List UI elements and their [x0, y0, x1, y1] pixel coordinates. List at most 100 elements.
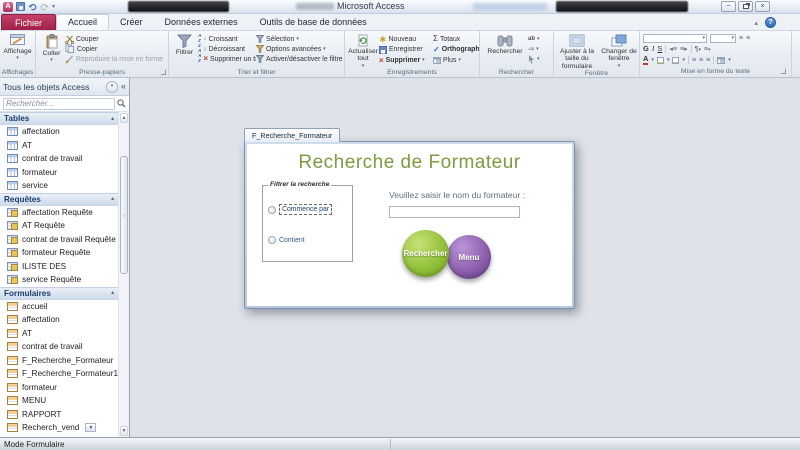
- nav-item-table[interactable]: service: [0, 179, 118, 193]
- nav-item-query[interactable]: service Requête: [0, 273, 118, 287]
- access-app-icon[interactable]: A: [3, 2, 13, 12]
- nav-item-form[interactable]: F_Recherche_Formateur: [0, 354, 118, 368]
- text-direction-icon[interactable]: ¶▾: [695, 46, 701, 53]
- format-painter-button[interactable]: Reproduire la mise en forme: [65, 54, 165, 64]
- scroll-thumb[interactable]: ≡: [120, 156, 128, 274]
- dialog-launcher-icon[interactable]: [781, 69, 786, 74]
- nav-search-input[interactable]: [3, 98, 115, 110]
- nav-item-table[interactable]: affectation: [0, 125, 118, 139]
- section-header-requetes[interactable]: Requêtes ▴: [0, 193, 118, 206]
- nav-item-query[interactable]: contrat de travail Requête: [0, 233, 118, 247]
- highlight-color-icon[interactable]: [657, 57, 664, 64]
- nav-item-form[interactable]: formateur: [0, 381, 118, 395]
- italic-button[interactable]: I: [652, 45, 655, 53]
- bold-button[interactable]: G: [643, 45, 649, 53]
- save-icon[interactable]: [16, 2, 25, 11]
- scroll-down-button[interactable]: ▼: [120, 426, 128, 436]
- bullets-icon[interactable]: ≡: [739, 35, 743, 42]
- more-button[interactable]: Plus ▾: [433, 56, 479, 66]
- advanced-options-button[interactable]: Options avancées ▾: [256, 44, 344, 54]
- new-record-button[interactable]: ∗ Nouveau: [379, 34, 433, 44]
- form-window-tab[interactable]: F_Recherche_Formateur: [244, 128, 340, 142]
- scroll-up-button[interactable]: ▲: [120, 113, 128, 123]
- nav-item-form[interactable]: accueil: [0, 300, 118, 314]
- help-button[interactable]: ?: [765, 17, 776, 28]
- toggle-filter-button[interactable]: Activer/désactiver le filtre: [256, 54, 344, 64]
- refresh-all-button[interactable]: Actualiser tout ▾: [347, 32, 379, 69]
- totals-button[interactable]: Σ Totaux: [433, 34, 479, 44]
- font-color-button[interactable]: A: [643, 55, 648, 65]
- formateur-name-input[interactable]: [389, 206, 520, 218]
- nav-item-table[interactable]: formateur: [0, 166, 118, 180]
- font-size-combo[interactable]: ▾: [710, 34, 736, 43]
- shutter-bar-icon[interactable]: «: [121, 82, 126, 91]
- save-record-button[interactable]: Enregistrer: [379, 45, 433, 55]
- clear-sort-button[interactable]: AZ × Supprimer un tri: [198, 54, 256, 64]
- underline-button[interactable]: S: [657, 45, 662, 53]
- decrease-indent-icon[interactable]: ◂≡: [669, 46, 677, 53]
- section-header-formulaires[interactable]: Formulaires ▴: [0, 287, 118, 300]
- dialog-launcher-icon[interactable]: [161, 70, 166, 75]
- tab-creer[interactable]: Créer: [109, 14, 154, 30]
- restore-button[interactable]: [738, 1, 753, 12]
- ribbon-group-affichages: Affichage ▾ Affichages: [0, 31, 36, 77]
- nav-item-query[interactable]: affectation Requête: [0, 206, 118, 220]
- minimize-ribbon-icon[interactable]: ▴: [754, 19, 758, 27]
- minimize-button[interactable]: −: [721, 1, 736, 12]
- nav-scrollbar[interactable]: ▲ ≡ ▼: [118, 112, 129, 437]
- view-button[interactable]: Affichage ▾: [2, 32, 33, 67]
- align-center-icon[interactable]: ≡: [699, 57, 703, 64]
- tab-fichier[interactable]: Fichier: [1, 14, 56, 30]
- selection-button[interactable]: Sélection ▾: [256, 34, 344, 44]
- nav-item-query[interactable]: formateur Requête: [0, 246, 118, 260]
- nav-item-table[interactable]: AT: [0, 139, 118, 153]
- select-button[interactable]: ▾: [528, 54, 550, 64]
- fit-to-form-button[interactable]: Ajuster à la taille du formulaire: [556, 32, 598, 70]
- undo-icon[interactable]: [28, 3, 37, 11]
- tab-outils-bdd[interactable]: Outils de base de données: [249, 14, 378, 30]
- nav-menu-button[interactable]: ▾: [106, 81, 118, 93]
- gridlines-icon[interactable]: [717, 57, 725, 64]
- nav-item-form[interactable]: AT: [0, 327, 118, 341]
- fill-color-icon[interactable]: [672, 57, 679, 64]
- radio-contient[interactable]: Contient: [268, 236, 305, 244]
- sort-descending-button[interactable]: ZA ↓ Décroissant: [198, 44, 256, 54]
- paste-button[interactable]: Coller ▾: [38, 32, 65, 67]
- nav-item-table[interactable]: contrat de travail: [0, 152, 118, 166]
- nav-item-form[interactable]: MENU: [0, 394, 118, 408]
- nav-item-form[interactable]: contrat de travail: [0, 340, 118, 354]
- tab-accueil[interactable]: Accueil: [56, 14, 109, 30]
- radio-commence-par[interactable]: Commence par: [268, 204, 332, 215]
- find-button[interactable]: Rechercher: [482, 32, 528, 67]
- copy-button[interactable]: Copier: [65, 44, 165, 54]
- rechercher-button[interactable]: Rechercher: [402, 230, 449, 277]
- nav-item-query[interactable]: ILISTE DES: [0, 260, 118, 274]
- goto-button[interactable]: ⇒ ▾: [528, 44, 550, 54]
- qat-dropdown-icon[interactable]: ▾: [52, 3, 55, 10]
- nav-item-form[interactable]: F_Recherche_Formateur1: [0, 367, 118, 381]
- cut-button[interactable]: Couper: [65, 34, 165, 44]
- align-right-icon[interactable]: ≡: [706, 57, 710, 64]
- list-scroll-down-icon[interactable]: ▼: [85, 423, 96, 432]
- nav-item-form[interactable]: affectation: [0, 313, 118, 327]
- delete-record-button[interactable]: × Supprimer ▾: [379, 56, 433, 66]
- sort-ascending-button[interactable]: AZ ↓ Croissant: [198, 34, 256, 44]
- redo-icon[interactable]: [40, 3, 49, 11]
- increase-indent-icon[interactable]: ≡▸: [680, 46, 688, 53]
- switch-window-button[interactable]: Changer de fenêtre ▾: [598, 32, 640, 70]
- spelling-button[interactable]: ✓ Orthographe: [433, 45, 479, 55]
- menu-button[interactable]: Menu: [447, 235, 491, 279]
- numbering-icon[interactable]: ≡: [746, 35, 750, 42]
- nav-item-form[interactable]: RAPPORT: [0, 408, 118, 422]
- nav-item-form[interactable]: Recherch_vend▼: [0, 421, 118, 435]
- tab-donnees-externes[interactable]: Données externes: [154, 14, 249, 30]
- section-header-tables[interactable]: Tables ▴: [0, 112, 118, 125]
- line-spacing-icon[interactable]: ≡▾: [704, 46, 711, 53]
- filter-button[interactable]: Filtrer: [171, 32, 198, 67]
- font-family-combo[interactable]: ▾: [643, 34, 707, 43]
- replace-button[interactable]: ab ▾: [528, 34, 550, 44]
- align-left-icon[interactable]: ≡: [692, 57, 696, 64]
- close-button[interactable]: ×: [755, 1, 770, 12]
- nav-item-query[interactable]: AT Requête: [0, 219, 118, 233]
- name-prompt-label: Veuillez saisir le nom du formateur :: [389, 190, 565, 200]
